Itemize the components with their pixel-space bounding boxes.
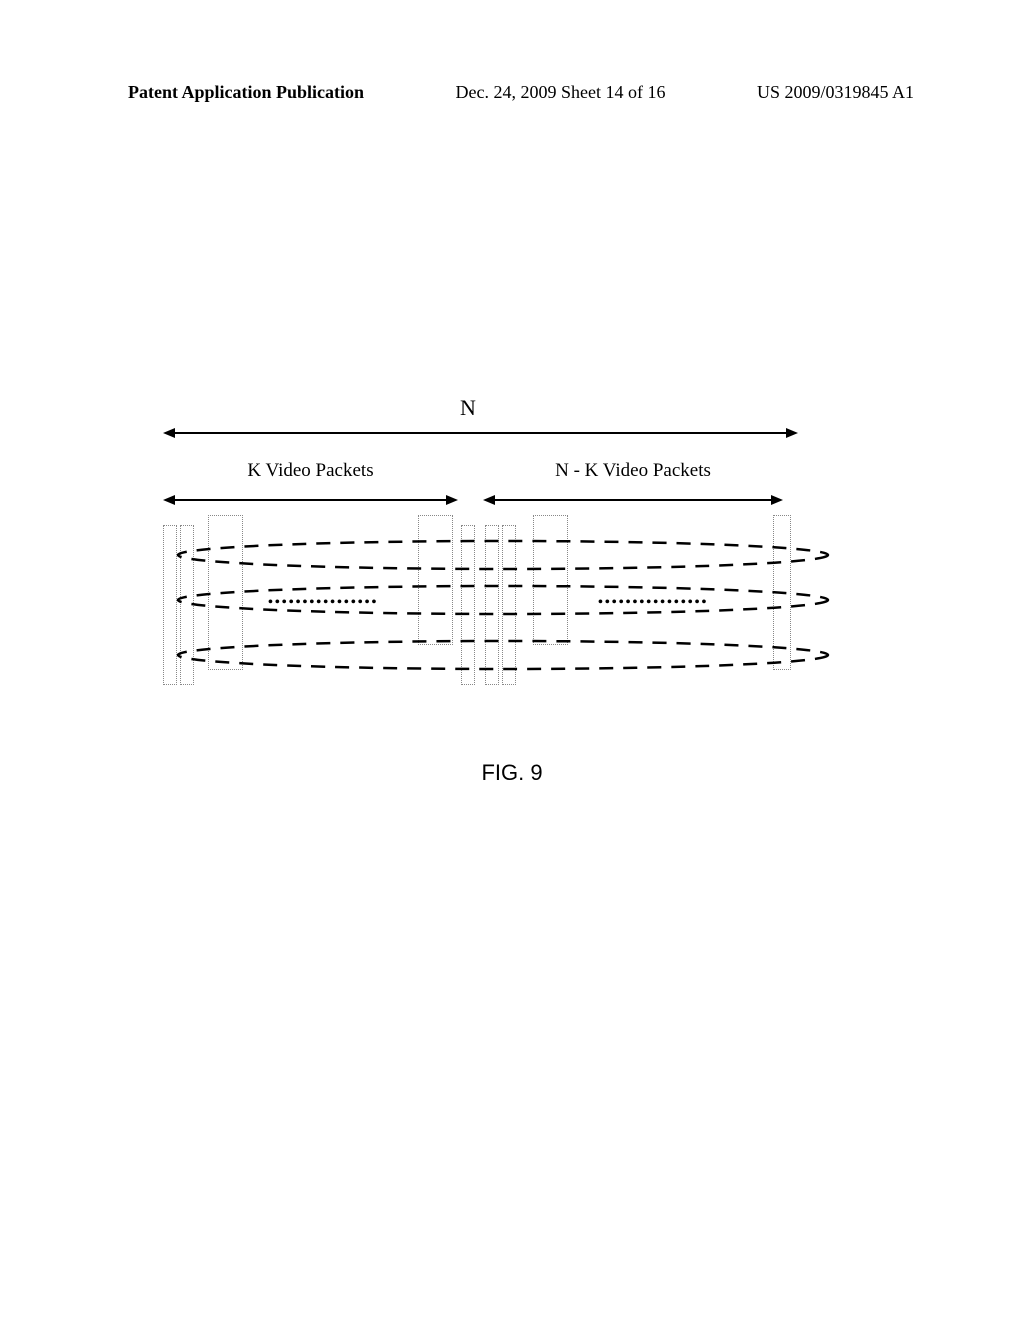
n-label: N xyxy=(128,395,808,421)
nk-packets-label: N - K Video Packets xyxy=(483,460,783,482)
ellipse-row xyxy=(173,535,833,575)
header-patent-number: US 2009/0319845 A1 xyxy=(757,82,914,103)
dots-continuation: •••••••••••••••• xyxy=(598,595,708,611)
header-date-sheet: Dec. 24, 2009 Sheet 14 of 16 xyxy=(456,82,666,103)
arrow-k xyxy=(163,492,458,508)
header-publication: Patent Application Publication xyxy=(128,82,364,103)
arrow-n xyxy=(163,425,798,441)
dots-continuation: •••••••••••••••• xyxy=(268,595,378,611)
arrow-nk xyxy=(483,492,783,508)
figure-diagram: N K Video Packets N - K Video Packets xyxy=(128,395,808,725)
k-packets-label: K Video Packets xyxy=(163,460,458,482)
packets-container: •••••••••••••••• •••••••••••••••• xyxy=(158,515,798,690)
ellipse-row xyxy=(173,635,833,675)
page-header: Patent Application Publication Dec. 24, … xyxy=(128,82,914,103)
figure-caption: FIG. 9 xyxy=(0,760,1024,786)
